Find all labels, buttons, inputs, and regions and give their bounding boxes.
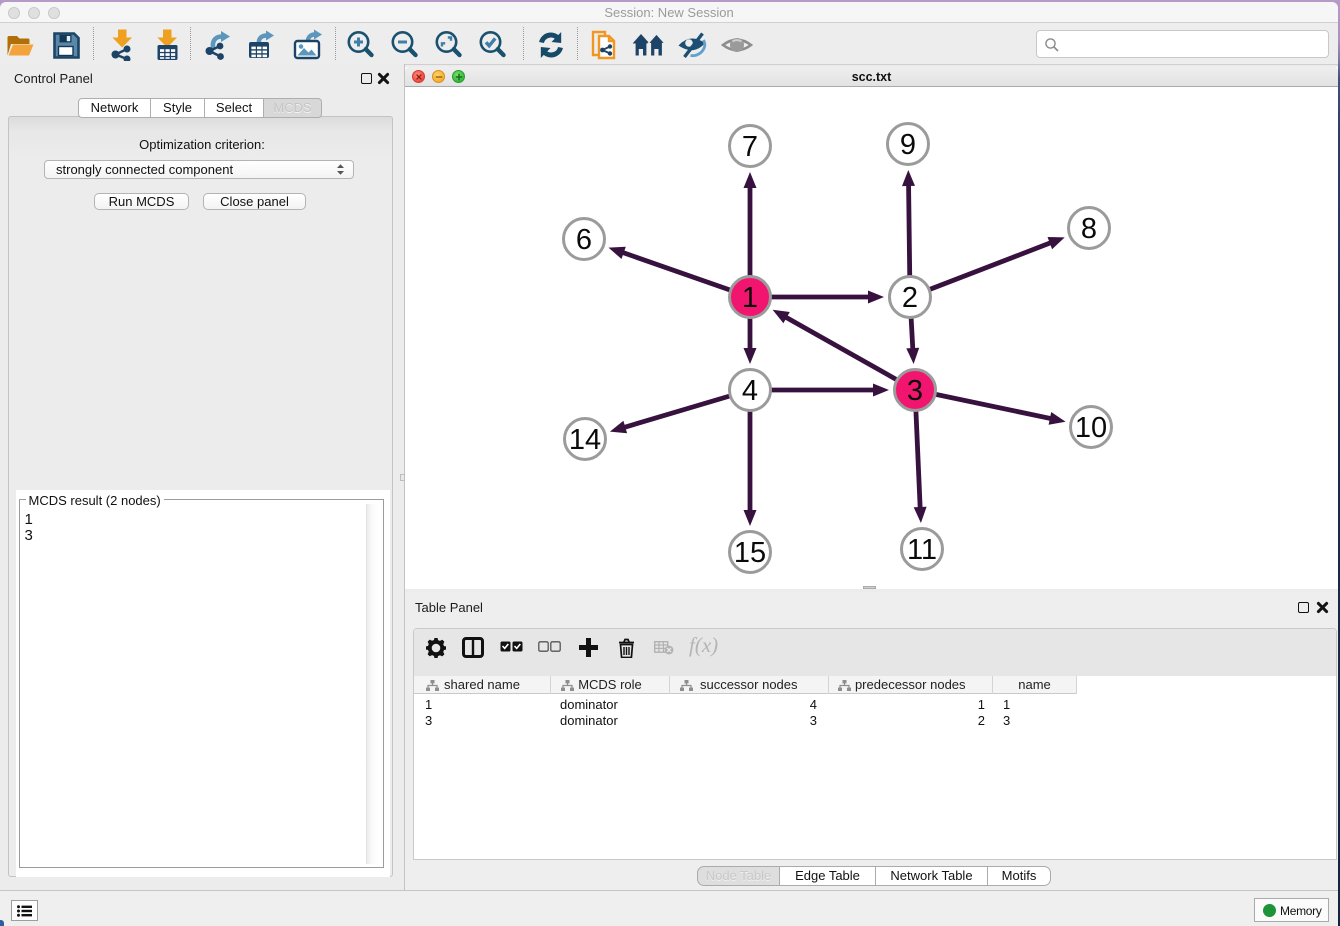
svg-text:4: 4 — [742, 375, 758, 407]
svg-text:14: 14 — [569, 424, 601, 456]
svg-text:8: 8 — [1081, 213, 1097, 245]
svg-text:1: 1 — [742, 282, 758, 314]
svg-text:10: 10 — [1075, 412, 1107, 444]
svg-text:3: 3 — [907, 375, 923, 407]
svg-text:7: 7 — [742, 131, 758, 163]
svg-text:15: 15 — [734, 537, 766, 569]
svg-text:2: 2 — [902, 282, 918, 314]
svg-text:6: 6 — [576, 224, 592, 256]
svg-text:11: 11 — [907, 534, 937, 566]
svg-text:9: 9 — [900, 129, 916, 161]
